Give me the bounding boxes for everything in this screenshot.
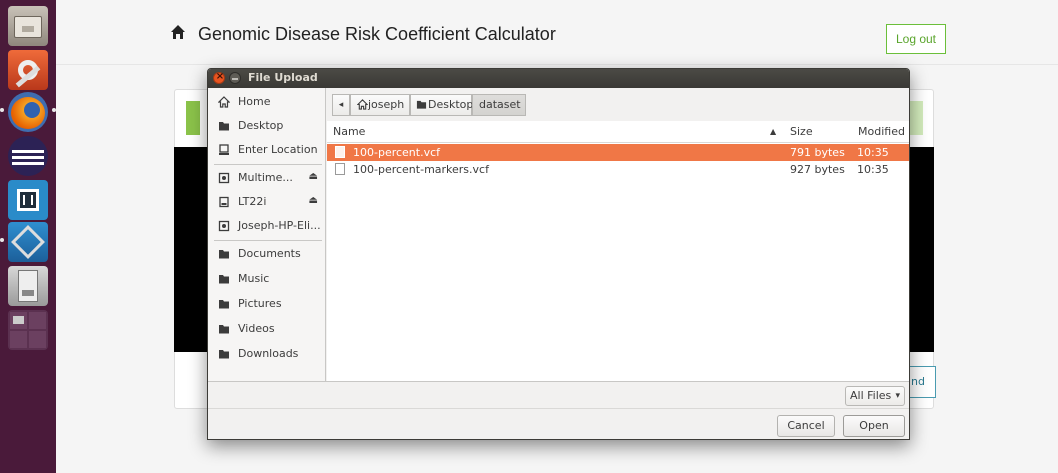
minimize-icon [232,78,238,80]
close-button[interactable]: × [213,71,225,84]
home-icon [218,96,230,108]
minimize-button[interactable] [229,72,241,84]
dialog-button-area: Cancel Open [208,408,909,439]
place-label: LT22i [238,195,267,208]
firefox-launcher-icon[interactable] [8,92,48,132]
filter-label: All Files [850,389,892,402]
place-desktop[interactable]: Desktop [208,115,326,139]
close-icon: × [215,71,225,82]
place-enter-location[interactable]: Enter Location [208,139,326,163]
disk-launcher-icon[interactable] [8,266,48,306]
logout-button[interactable]: Log out [886,24,946,54]
file-name: 100-percent.vcf [353,146,441,159]
upload-button[interactable]: nd [909,366,936,398]
place-label: Enter Location [238,143,318,156]
progress-bar-right [909,101,923,135]
virtualbox-launcher-icon[interactable] [8,222,48,262]
place-label: Desktop [238,119,284,132]
filter-area: All Files ▾ [208,381,909,408]
location-icon [219,144,229,155]
place-label: Multime... [238,171,293,184]
file-size: 927 bytes [790,163,845,176]
place-joseph-hp[interactable]: Joseph-HP-Eli... [208,215,326,239]
column-header: Name ▲ Size Modified [327,121,909,143]
eclipse-launcher-icon[interactable] [8,136,48,176]
crumb-desktop[interactable]: Desktop [410,94,474,116]
column-modified[interactable]: Modified [858,125,905,138]
place-downloads[interactable]: Downloads [208,343,326,367]
folder-icon [219,350,229,359]
place-lt22i[interactable]: LT22i ⏏ [208,191,326,215]
place-videos[interactable]: Videos [208,318,326,342]
media-icon [218,172,230,184]
home-icon[interactable] [170,24,186,40]
place-label: Downloads [238,347,299,360]
dialog-titlebar[interactable]: × File Upload [208,69,909,88]
crumb-label: dataset [479,98,521,111]
folder-icon [219,275,229,284]
file-name: 100-percent-markers.vcf [353,163,489,176]
file-list: Name ▲ Size Modified 100-percent.vcf 791… [327,121,909,381]
sidebar-separator [214,164,322,165]
media-icon [218,220,230,232]
settings-launcher-icon[interactable] [8,50,48,90]
folder-icon [219,325,229,334]
brackets-launcher-icon[interactable] [8,180,48,220]
unity-launcher [0,0,56,473]
open-button[interactable]: Open [843,415,905,437]
place-label: Pictures [238,297,282,310]
home-icon [357,99,368,110]
folder-icon [219,122,229,131]
crumb-dataset[interactable]: dataset [472,94,526,116]
folder-icon [219,250,229,259]
cancel-button[interactable]: Cancel [777,415,835,437]
file-row[interactable]: 100-percent.vcf 791 bytes 10:35 [327,144,909,161]
place-label: Music [238,272,270,285]
place-pictures[interactable]: Pictures [208,293,326,317]
file-icon [335,163,345,175]
files-launcher-icon[interactable] [8,6,48,46]
folder-icon [416,100,427,109]
path-back-button[interactable]: ◂ [332,94,350,116]
place-label: Home [238,95,271,108]
file-upload-dialog: × File Upload Home Desktop Enter Locatio… [207,68,910,440]
file-modified: 10:35 [857,163,889,176]
workspace-switcher-icon[interactable] [8,310,48,350]
column-size[interactable]: Size [790,125,813,138]
place-music[interactable]: Music [208,268,326,292]
sort-ascending-icon: ▲ [770,127,777,136]
place-label: Joseph-HP-Eli... [238,219,321,232]
crumb-label: Desktop [428,98,474,111]
crumb-home[interactable]: joseph [350,94,410,116]
crumb-label: joseph [368,98,405,111]
dialog-title: File Upload [248,71,318,84]
file-row[interactable]: 100-percent-markers.vcf 927 bytes 10:35 [327,161,909,178]
page-title: Genomic Disease Risk Coefficient Calcula… [198,24,556,44]
file-modified: 10:35 [857,146,889,159]
file-icon [335,146,345,158]
place-multimedia[interactable]: Multime... ⏏ [208,167,326,191]
eject-icon[interactable]: ⏏ [309,195,318,206]
place-home[interactable]: Home [208,91,326,115]
column-name[interactable]: Name [333,125,365,138]
folder-icon [219,300,229,309]
place-label: Videos [238,322,275,335]
places-sidebar: Home Desktop Enter Location Multime... ⏏… [208,88,326,381]
file-size: 791 bytes [790,146,845,159]
chevron-down-icon: ▾ [895,391,900,401]
eject-icon[interactable]: ⏏ [309,171,318,182]
file-type-filter[interactable]: All Files ▾ [845,386,905,406]
progress-bar-left [186,101,200,135]
place-label: Documents [238,247,301,260]
sidebar-separator [214,240,322,241]
place-documents[interactable]: Documents [208,243,326,267]
drive-icon [219,196,229,208]
